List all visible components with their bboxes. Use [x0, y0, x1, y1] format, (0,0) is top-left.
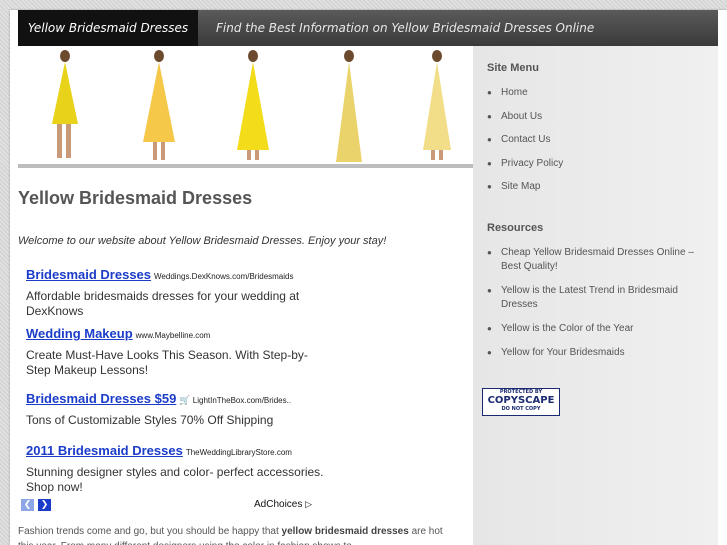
chevron-right-icon: ❯: [40, 500, 49, 510]
ad-url[interactable]: TheWeddingLibraryStore.com: [186, 448, 292, 457]
resources-list: ● Cheap Yellow Bridesmaid Dresses Online …: [487, 246, 707, 360]
adchoices-link[interactable]: AdChoices ▷: [254, 499, 312, 510]
ad-url[interactable]: 🛒 LightInTheBox.com/Brides..: [179, 395, 291, 405]
site-menu-heading: Site Menu: [487, 62, 539, 74]
site-title-link[interactable]: Yellow Bridesmaid Dresses: [18, 10, 198, 46]
page-title: Yellow Bridesmaid Dresses: [18, 188, 253, 208]
resource-link[interactable]: ● Yellow for Your Bridesmaids: [487, 346, 707, 360]
ad-description: Affordable bridesmaids dresses for your …: [26, 289, 300, 318]
ad-url-text[interactable]: LightInTheBox.com/Brides..: [193, 396, 291, 405]
bullet-icon: ●: [487, 182, 492, 191]
site-header: Yellow Bridesmaid Dresses Find the Best …: [18, 10, 718, 46]
ad-title-link[interactable]: 2011 Bridesmaid Dresses: [26, 443, 183, 458]
bullet-icon: ●: [487, 111, 492, 121]
ad-unit: 2011 Bridesmaid Dresses TheWeddingLibrary…: [26, 442, 326, 495]
header-banner-image: [18, 46, 473, 168]
resource-link[interactable]: ● Cheap Yellow Bridesmaid Dresses Online …: [487, 246, 707, 274]
ad-title-link[interactable]: Wedding Makeup: [26, 326, 133, 341]
menu-item-site-map[interactable]: ● Site Map: [487, 180, 707, 194]
adchoices-label: AdChoices: [254, 499, 303, 510]
chevron-left-icon: ❮: [23, 500, 32, 510]
copyscape-line2: COPYSCAPE: [487, 395, 555, 406]
resource-link[interactable]: ● Yellow is the Latest Trend in Bridesmai…: [487, 284, 707, 312]
menu-item-privacy-policy[interactable]: ● Privacy Policy: [487, 157, 707, 171]
menu-item-home[interactable]: ● Home: [487, 86, 707, 100]
ad-unit: Wedding Makeup www.Maybelline.com Create …: [26, 325, 326, 378]
article-text: Fashion trends come and go, but you shou…: [18, 526, 443, 545]
ad-prev-button[interactable]: ❮: [21, 499, 34, 511]
ad-description: Create Must-Have Looks This Season. With…: [26, 348, 308, 377]
bullet-icon: ●: [487, 286, 492, 295]
site-tagline: Find the Best Information on Yellow Brid…: [216, 21, 595, 35]
ad-title-link[interactable]: Bridesmaid Dresses $59: [26, 391, 176, 406]
bullet-icon: ●: [487, 348, 492, 357]
welcome-text: Welcome to our website about Yellow Brid…: [18, 235, 387, 247]
ad-next-button[interactable]: ❯: [38, 499, 51, 511]
ad-unit: Bridesmaid Dresses Weddings.DexKnows.com/…: [26, 266, 326, 319]
site-menu-list: ● Home ● About Us ● Contact Us ● Privacy Pol…: [487, 86, 707, 194]
sidebar: Site Menu ● Home ● About Us ● Contact Us ● P…: [473, 46, 718, 545]
page-frame: Yellow Bridesmaid Dresses Find the Best …: [10, 10, 727, 545]
resource-link[interactable]: ● Yellow is the Color of the Year: [487, 322, 707, 336]
bullet-icon: ●: [487, 88, 492, 97]
bullet-icon: ●: [487, 324, 492, 333]
bullet-icon: ●: [487, 158, 492, 168]
resources-heading: Resources: [487, 222, 544, 234]
copyscape-badge[interactable]: PROTECTED BY COPYSCAPE DO NOT COPY: [482, 388, 560, 416]
menu-item-contact-us[interactable]: ● Contact Us: [487, 133, 707, 147]
ad-url[interactable]: Weddings.DexKnows.com/Bridesmaids: [154, 272, 293, 281]
ad-unit: Bridesmaid Dresses $59 🛒 LightInTheBox.co…: [26, 390, 326, 428]
copyscape-line3: DO NOT COPY: [501, 406, 541, 412]
ad-title-link[interactable]: Bridesmaid Dresses: [26, 267, 151, 282]
ad-description: Tons of Customizable Styles 70% Off Ship…: [26, 413, 274, 427]
menu-item-about-us[interactable]: ● About Us: [487, 110, 707, 124]
main-content: Yellow Bridesmaid Dresses Welcome to our…: [18, 170, 473, 545]
bullet-icon: ●: [487, 248, 492, 257]
bullet-icon: ●: [487, 135, 492, 144]
shopping-cart-icon: 🛒: [179, 395, 191, 405]
adchoices-play-icon: ▷: [305, 499, 313, 509]
ad-description: Stunning designer styles and color- perf…: [26, 465, 324, 494]
ad-url[interactable]: www.Maybelline.com: [136, 331, 211, 340]
